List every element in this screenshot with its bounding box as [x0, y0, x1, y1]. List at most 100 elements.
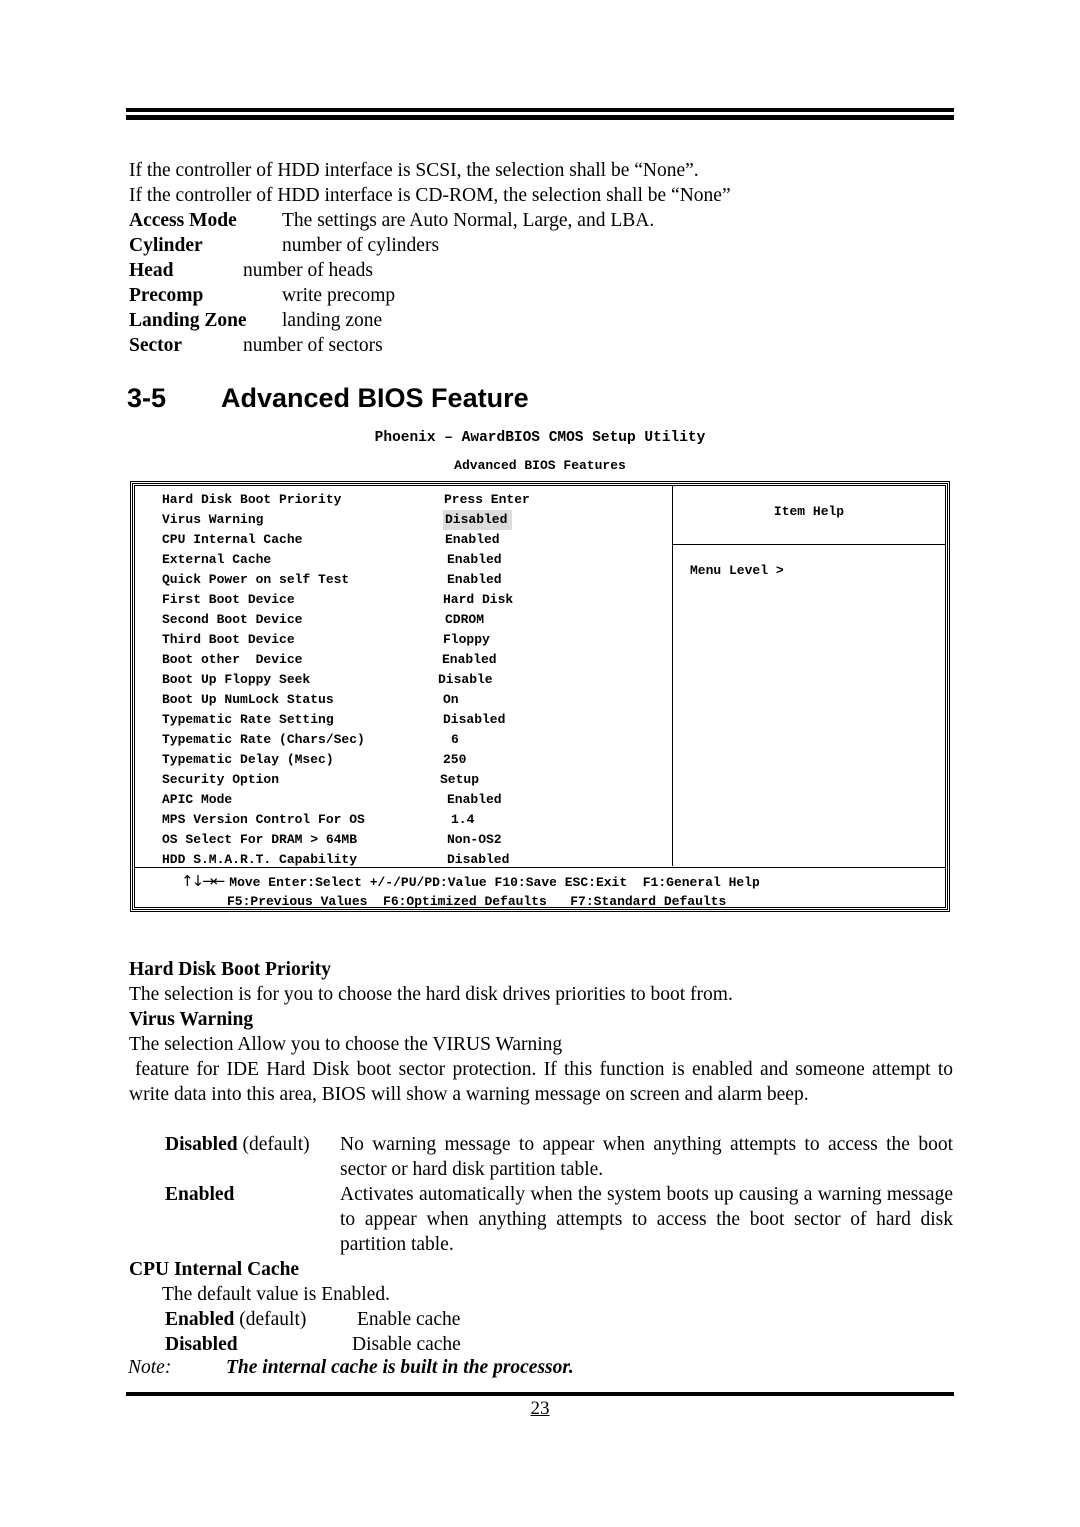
hdbp-heading: Hard Disk Boot Priority — [129, 959, 332, 980]
bios-setting-row[interactable]: APIC Mode Enabled — [162, 790, 662, 810]
bios-setting-value[interactable]: Hard Disk — [443, 590, 513, 610]
option-desc: Disable cache — [352, 1334, 461, 1355]
definition-row: Cylinder number of cylinders — [129, 233, 955, 258]
bios-setting-label: Typematic Rate Setting — [162, 712, 334, 727]
bios-setting-row[interactable]: Third Boot Device Floppy — [162, 630, 662, 650]
bios-setting-row[interactable]: CPU Internal Cache Enabled — [162, 530, 662, 550]
definition-term: Head — [129, 260, 174, 281]
cpu-cache-heading: CPU Internal Cache — [129, 1259, 300, 1280]
bios-setting-row[interactable]: External Cache Enabled — [162, 550, 662, 570]
intro-section: If the controller of HDD interface is SC… — [129, 158, 955, 358]
definition-desc: landing zone — [282, 310, 383, 331]
definition-desc: write precomp — [282, 285, 396, 306]
bios-setting-value[interactable]: Disable — [438, 670, 493, 690]
definition-desc: number of sectors — [243, 335, 383, 356]
bios-setting-row[interactable]: First Boot Device Hard Disk — [162, 590, 662, 610]
cpu-cache-option-disabled: Disabled Disable cache — [165, 1332, 565, 1357]
definition-term: Sector — [129, 335, 183, 356]
section-heading: Advanced BIOS Feature — [221, 383, 529, 413]
bios-setting-value[interactable]: On — [443, 690, 459, 710]
virus-option-disabled: Disabled (default) No warning message to… — [165, 1132, 953, 1182]
bios-setting-row[interactable]: Boot Up Floppy Seek Disable — [162, 670, 662, 690]
note-label: Note: — [128, 1357, 172, 1378]
definition-term: Access Mode — [129, 210, 237, 231]
section-title: 3-5 Advanced BIOS Feature — [127, 383, 529, 414]
option-desc: Enable cache — [357, 1309, 461, 1330]
bios-setting-label: Hard Disk Boot Priority — [162, 492, 342, 507]
bios-setting-label: Boot Up NumLock Status — [162, 692, 334, 707]
virus-paragraph: feature for IDE Hard Disk boot sector pr… — [129, 1059, 953, 1105]
bios-setting-label: Boot other Device — [162, 652, 303, 667]
bios-setting-label: Virus Warning — [162, 512, 264, 527]
bios-setting-value[interactable]: Enabled — [447, 550, 502, 570]
bios-setting-value[interactable]: 250 — [443, 750, 466, 770]
definition-desc: The settings are Auto Normal, Large, and… — [282, 210, 655, 231]
definition-term: Precomp — [129, 285, 204, 306]
cpu-cache-default-text: The default value is Enabled. — [162, 1284, 390, 1305]
option-term: Disabled — [165, 1134, 238, 1155]
bios-setting-value[interactable]: Press Enter — [444, 490, 530, 510]
bios-setting-value[interactable]: Enabled — [445, 530, 500, 550]
option-term: Enabled — [165, 1309, 235, 1330]
definition-desc: number of cylinders — [282, 235, 440, 256]
note: Note: The internal cache is built in the … — [128, 1357, 574, 1379]
bios-setting-row[interactable]: Typematic Rate (Chars/Sec) 6 — [162, 730, 662, 750]
definition-row: Landing Zone landing zone — [129, 308, 955, 333]
item-help-title: Item Help — [673, 486, 945, 545]
option-desc: No warning message to appear when anythi… — [340, 1134, 953, 1180]
bios-setting-label: Security Option — [162, 772, 280, 787]
definition-term: Cylinder — [129, 235, 203, 256]
bios-setting-row[interactable]: Security Option Setup — [162, 770, 662, 790]
bios-setting-label: First Boot Device — [162, 592, 295, 607]
key-legend-line-1: Move Enter:Select +/-/PU/PD:Value F10:Sa… — [229, 875, 760, 890]
bios-setting-row[interactable]: Boot Up NumLock Status On — [162, 690, 662, 710]
bios-key-legend: ↑↓→← Move Enter:Select +/-/PU/PD:Value F1… — [135, 867, 945, 912]
bios-setting-label: CPU Internal Cache — [162, 532, 303, 547]
option-suffix: (default) — [237, 1134, 310, 1155]
intro-line: If the controller of HDD interface is CD… — [129, 185, 731, 206]
bios-setting-label: APIC Mode — [162, 792, 233, 807]
page-number: 23 — [0, 1398, 1080, 1420]
bios-setting-value[interactable]: CDROM — [445, 610, 484, 630]
bios-setting-label: MPS Version Control For OS — [162, 812, 365, 827]
note-text: The internal cache is built in the proce… — [226, 1357, 574, 1378]
key-legend-line-2: F5:Previous Values F6:Optimized Defaults… — [227, 894, 727, 909]
bios-setting-row[interactable]: Typematic Delay (Msec) 250 — [162, 750, 662, 770]
cpu-cache-section: CPU Internal Cache The default value is … — [129, 1257, 953, 1307]
definition-row: Precomp write precomp — [129, 283, 955, 308]
definition-row: Head number of heads — [129, 258, 955, 283]
bios-setting-label: OS Select For DRAM > 64MB — [162, 832, 358, 847]
option-desc: Activates automatically when the system … — [340, 1184, 953, 1255]
bios-setting-value[interactable]: 6 — [451, 730, 459, 750]
bios-setting-label: Quick Power on self Test — [162, 572, 350, 587]
bios-setting-row[interactable]: Second Boot Device CDROM — [162, 610, 662, 630]
bios-setting-label: Typematic Delay (Msec) — [162, 752, 334, 767]
bios-setting-value-selected[interactable]: Disabled — [443, 510, 513, 530]
bios-setting-row[interactable]: Hard Disk Boot Priority Press Enter — [162, 490, 662, 510]
bios-setting-row[interactable]: Boot other Device Enabled — [162, 650, 662, 670]
bios-setting-row[interactable]: MPS Version Control For OS 1.4 — [162, 810, 662, 830]
definition-term: Landing Zone — [129, 310, 247, 331]
page-number-text: 23 — [530, 1398, 550, 1419]
cpu-cache-option-enabled: Enabled (default) Enable cache — [165, 1307, 565, 1332]
bios-setting-value[interactable]: Floppy — [443, 630, 490, 650]
bios-setting-value[interactable]: Enabled — [447, 790, 502, 810]
bios-setting-row[interactable]: Typematic Rate Setting Disabled — [162, 710, 662, 730]
bios-setting-row[interactable]: OS Select For DRAM > 64MB Non-OS2 — [162, 830, 662, 850]
bios-setting-value[interactable]: 1.4 — [451, 810, 474, 830]
bios-setting-value[interactable]: Non-OS2 — [447, 830, 502, 850]
item-help-panel: Item Help Menu Level > — [673, 486, 945, 866]
bios-setting-value[interactable]: Disabled — [443, 710, 505, 730]
bios-utility-title: Phoenix – AwardBIOS CMOS Setup Utility — [374, 430, 706, 446]
bios-setting-value[interactable]: Enabled — [442, 650, 497, 670]
arrow-keys-icon: ↑↓→← — [181, 872, 225, 890]
bios-setting-value[interactable]: Setup — [440, 770, 479, 790]
bios-setting-value[interactable]: Enabled — [447, 570, 502, 590]
bios-setting-label: Boot Up Floppy Seek — [162, 672, 311, 687]
virus-option-enabled: Enabled Activates automatically when the… — [165, 1182, 953, 1257]
bios-screen: Hard Disk Boot Priority Press Enter Virus … — [130, 481, 950, 912]
option-term: Enabled — [165, 1184, 235, 1205]
bios-setting-row[interactable]: Quick Power on self Test Enabled — [162, 570, 662, 590]
bios-setting-row[interactable]: Virus Warning Disabled — [162, 510, 662, 530]
hdbp-text: The selection is for you to choose the h… — [129, 984, 733, 1005]
